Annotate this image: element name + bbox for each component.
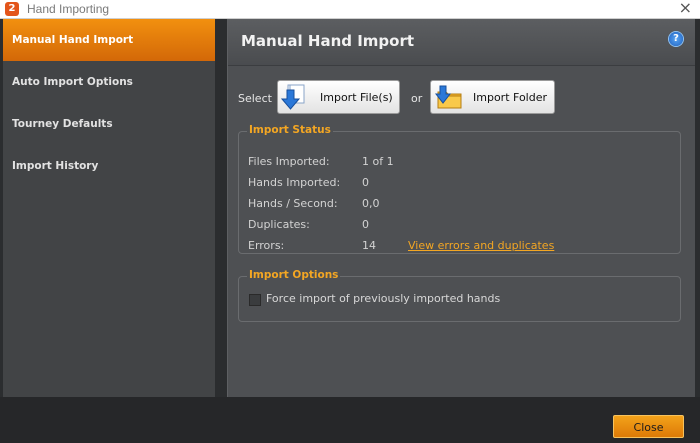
title-bar: 2 Hand Importing × — [0, 0, 700, 19]
footer-bar: Close — [0, 397, 700, 443]
status-value: 1 of 1 — [362, 155, 394, 168]
status-label: Hands / Second: — [248, 197, 338, 210]
status-value: 0 — [362, 176, 369, 189]
sidebar-item-tourney-defaults[interactable]: Tourney Defaults — [3, 103, 215, 145]
status-label: Files Imported: — [248, 155, 330, 168]
main-panel: Manual Hand Import ? Select Import File(… — [227, 19, 695, 397]
force-import-label[interactable]: Force import of previously imported hand… — [266, 292, 500, 305]
panel-header: Manual Hand Import ? — [228, 19, 695, 66]
window-close-icon[interactable]: × — [679, 0, 692, 17]
import-files-label: Import File(s) — [320, 91, 393, 104]
or-label: or — [411, 92, 423, 105]
status-value: 14 — [362, 239, 376, 252]
view-errors-link[interactable]: View errors and duplicates — [408, 239, 554, 252]
status-label: Duplicates: — [248, 218, 310, 231]
import-options-group: Import Options Force import of previousl… — [238, 269, 681, 322]
sidebar-item-auto-import-options[interactable]: Auto Import Options — [3, 61, 215, 103]
help-icon[interactable]: ? — [669, 32, 683, 46]
close-button[interactable]: Close — [613, 415, 684, 438]
import-options-legend: Import Options — [247, 269, 341, 281]
sidebar-item-manual-hand-import[interactable]: Manual Hand Import — [3, 19, 215, 61]
import-status-group: Import Status Files Imported: 1 of 1 Han… — [238, 124, 681, 254]
import-folder-label: Import Folder — [473, 91, 547, 104]
force-import-checkbox[interactable] — [249, 294, 261, 306]
import-file-icon — [281, 84, 305, 110]
import-files-button[interactable]: Import File(s) — [277, 80, 400, 114]
page-title: Manual Hand Import — [241, 32, 415, 50]
sidebar: Manual Hand Import Auto Import Options T… — [3, 19, 215, 397]
import-status-legend: Import Status — [247, 124, 333, 136]
status-label: Hands Imported: — [248, 176, 341, 189]
sidebar-item-import-history[interactable]: Import History — [3, 145, 215, 187]
import-folder-icon — [434, 85, 462, 109]
status-value: 0 — [362, 218, 369, 231]
status-label: Errors: — [248, 239, 285, 252]
window-title: Hand Importing — [27, 2, 110, 16]
select-label: Select — [238, 92, 272, 105]
import-folder-button[interactable]: Import Folder — [430, 80, 555, 114]
app-logo-icon: 2 — [5, 2, 19, 16]
status-value: 0,0 — [362, 197, 380, 210]
